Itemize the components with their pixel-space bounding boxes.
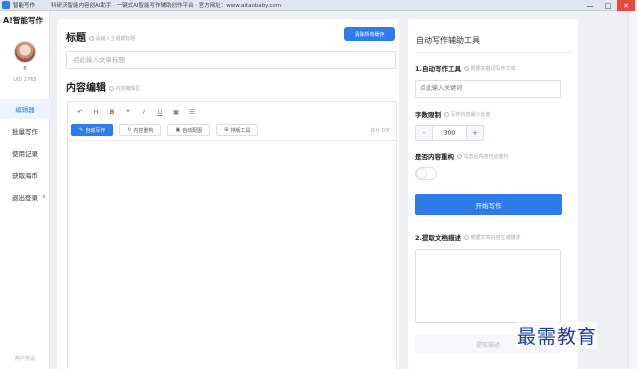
title-hint: 请输入主题或标题 [89,35,136,42]
restructure-toggle[interactable] [415,167,437,180]
auto-write-tool-hint: 根据关键词写作文章 [464,65,516,72]
extract-description-heading: 2.提取文档描述 根据文章内容生成描述 [415,232,521,242]
content-heading: 内容编辑 内容编辑区 [66,79,141,94]
assistant-title: 自动写作辅助工具 [416,36,480,45]
content-restructure-label: 内容重构 [133,127,154,134]
help-icon [457,153,462,159]
window-caption: 科研沃智能内容创AI助手 · 一键式AI智能写作辅助创作平台 · 官方网址：ww… [51,3,282,9]
clear-cache-button[interactable]: 清除所有缓存 [344,27,395,41]
restructure-hint: 勾选后内容自动重构 [457,153,509,160]
window-controls: — □ ✕ [581,0,635,11]
content-hint-text: 内容编辑区 [115,86,141,92]
sidebar-item-editor[interactable]: 编辑器 [0,99,50,119]
brand-mark: A! [3,16,13,25]
underline-icon[interactable]: U [152,107,168,117]
content-hint: 内容编辑区 [109,85,141,92]
sidebar-item-usage-history[interactable]: 使用记录 [0,143,50,163]
help-icon [464,65,469,71]
bold-icon[interactable]: B [104,107,120,117]
image-icon: ▣ [175,127,181,133]
layout-icon: ⊞ [224,127,229,133]
start-writing-button[interactable]: 开始写作 [415,194,562,215]
increment-button[interactable]: + [467,126,483,140]
extract-description-hint-text: 根据文章内容生成描述 [470,234,521,241]
word-limit-hint: 写作内容最小长度 [444,111,491,118]
content-restructure-button[interactable]: ↻ 内容重构 [119,124,162,136]
layout-tool-label: 排版工具 [230,127,251,134]
format-toolbar: ↶ H B ❝ I U ▣ ☰ [72,107,200,117]
help-icon [89,36,94,41]
undo-icon[interactable]: ↶ [72,107,88,117]
sidebar-item-get-coins[interactable]: 获取海币 [0,165,50,185]
editor-panel: 标题 请输入主题或标题 清除所有缓存 内容编辑 内容编辑区 ↶ H B ❝ I … [57,19,399,369]
word-limit-heading: 字数限制 写作内容最小长度 [415,109,491,119]
rich-text-editor[interactable]: ↶ H B ❝ I U ▣ ☰ ✎ 自动写作 ↻ 内容重构 ▣ 自动配图 ⊞ 排版工具 … [67,101,397,369]
help-icon [444,111,449,117]
title-input[interactable] [66,51,396,69]
title-hint-text: 请输入主题或标题 [95,36,136,42]
minimize-button[interactable]: — [581,0,599,11]
brand-logo: A! 智能写作 [3,15,43,26]
watermark-text: 最需教育 [517,322,598,349]
help-icon [109,86,114,91]
auto-write-label: 自动写作 [85,127,106,134]
word-count: 共计 0字 [370,128,390,134]
restructure-label: 是否内容重构 [415,153,454,161]
extract-description-hint: 根据文章内容生成描述 [464,234,521,241]
scrollbar[interactable] [628,11,637,369]
app-title: 智能写作 [13,3,36,9]
italic-icon[interactable]: I [136,107,152,117]
auto-write-tool-heading: 1.自动写作工具 根据关键词写作文章 [415,63,516,73]
word-limit-stepper: - 300 + [415,125,484,141]
description-textarea[interactable] [415,249,561,323]
close-button[interactable]: ✕ [617,0,635,11]
user-uid: UID 2765 [13,77,37,83]
word-limit-hint-text: 写作内容最小长度 [450,111,491,118]
brand-name: 智能写作 [12,16,43,25]
user-agreement-link[interactable]: 用户协议 [0,355,50,362]
quote-icon[interactable]: ❝ [120,107,136,117]
refresh-icon: ↻ [127,127,132,133]
word-limit-value[interactable]: 300 [432,126,467,140]
decrement-button[interactable]: - [416,126,432,140]
pen-icon: ✎ [79,127,84,133]
maximize-button[interactable]: □ [599,0,617,11]
title-heading: 标题 请输入主题或标题 [66,29,136,44]
avatar[interactable] [14,41,36,63]
heading-icon[interactable]: H [88,107,104,117]
editor-divider [68,140,396,141]
layout-tool-button[interactable]: ⊞ 排版工具 [216,124,259,136]
username: fl [23,66,27,72]
extract-description-label: 2.提取文档描述 [415,234,461,242]
auto-write-tool-label: 1.自动写作工具 [415,65,461,73]
keyword-input[interactable] [415,80,561,98]
window-titlebar: 智能写作 科研沃智能内容创AI助手 · 一键式AI智能写作辅助创作平台 · 官方… [0,0,637,11]
auto-write-button[interactable]: ✎ 自动写作 [71,124,114,136]
list-icon[interactable]: ☰ [184,107,200,117]
content-heading-label: 内容编辑 [66,83,106,94]
divider [416,52,571,53]
sidebar: A! 智能写作 fl UID 2765 编辑器 批量写作 使用记录 获取海币 退… [0,11,50,369]
restructure-hint-text: 勾选后内容自动重构 [463,153,509,160]
image-icon[interactable]: ▣ [168,107,184,117]
writing-assistant-panel: 自动写作辅助工具 1.自动写作工具 根据关键词写作文章 字数限制 写作内容最小长… [408,19,578,369]
word-limit-label: 字数限制 [415,111,441,119]
chevron-left-icon[interactable]: ‹ [42,192,46,202]
title-heading-label: 标题 [66,33,86,44]
auto-image-label: 自动配图 [182,127,203,134]
sidebar-item-batch-writing[interactable]: 批量写作 [0,121,50,141]
app-icon [2,1,10,9]
auto-write-tool-hint-text: 根据关键词写作文章 [470,65,516,72]
editor-actions: ✎ 自动写作 ↻ 内容重构 ▣ 自动配图 ⊞ 排版工具 [71,124,259,136]
toggle-knob [417,169,426,178]
restructure-heading: 是否内容重构 勾选后内容自动重构 [415,151,509,161]
help-icon [464,234,469,240]
auto-image-button[interactable]: ▣ 自动配图 [167,124,211,136]
